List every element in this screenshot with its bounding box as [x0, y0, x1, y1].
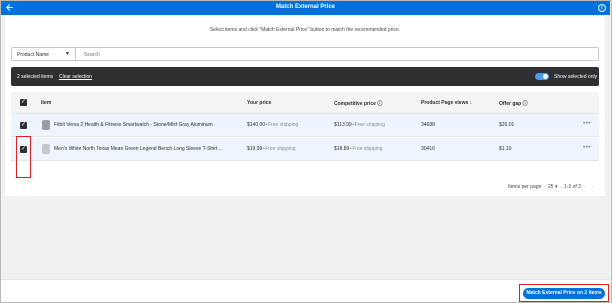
- competitive-price: $18.89+Free shipping: [334, 146, 383, 152]
- column-header-your-price: Your price: [247, 100, 272, 106]
- page-views: 30416: [421, 146, 435, 152]
- show-selected-label: Show selected only: [554, 74, 598, 80]
- selected-count: 2 selected items: [17, 74, 54, 80]
- page-range: 1-2 of 2: [564, 184, 581, 190]
- page-header: Match External Price i: [1, 1, 610, 15]
- your-price: $19.99+Free shipping: [247, 146, 296, 152]
- select-all-checkbox[interactable]: ✓: [20, 99, 27, 106]
- info-icon: ⓘ: [522, 101, 528, 107]
- filter-field-select[interactable]: Product Name ▼: [12, 48, 76, 60]
- toggle-knob: [543, 74, 548, 79]
- column-header-item: Item: [41, 100, 52, 106]
- filter-field-value: Product Name: [17, 51, 49, 58]
- info-icon: ⓘ: [377, 101, 383, 107]
- button-highlight-box: [519, 284, 609, 302]
- pagination: Items per page 25 ▾ 1-2 of 2 ‹ ›: [11, 184, 599, 194]
- selection-bar: 2 selected items Clear selection Show se…: [11, 67, 599, 86]
- more-options-icon[interactable]: •••: [583, 145, 591, 151]
- offer-gap: $26.01: [499, 122, 515, 128]
- filter-bar: Product Name ▼ Search: [11, 47, 599, 61]
- table-row[interactable]: ✓ Fitbit Versa 2 Health & Fitness Smartw…: [11, 114, 599, 137]
- caret-down-icon: ▾: [554, 184, 558, 190]
- column-header-offer-gap: Offer gap ⓘ: [499, 101, 528, 107]
- clear-selection-link[interactable]: Clear selection: [59, 74, 92, 80]
- prev-page-icon[interactable]: ‹: [584, 184, 586, 190]
- page-title: Match External Price: [275, 4, 336, 10]
- row-checkbox[interactable]: ✓: [20, 122, 27, 129]
- show-selected-toggle[interactable]: [535, 73, 549, 80]
- sort-down-icon: ↓: [469, 100, 473, 106]
- product-thumbnail: [42, 144, 50, 154]
- product-thumbnail: [42, 120, 50, 130]
- page-views: 34688: [421, 122, 435, 128]
- table-row[interactable]: ✓ Men's White North Texas Mean Green Leg…: [11, 138, 599, 161]
- your-price: $140.00+Free shipping: [247, 122, 299, 128]
- table-header: ✓ Item Your price Competitive price ⓘ Pr…: [11, 92, 599, 114]
- next-page-icon[interactable]: ›: [592, 184, 594, 190]
- items-per-page-select[interactable]: 25 ▾: [548, 184, 557, 190]
- items-per-page-label: Items per page: [508, 184, 542, 190]
- item-name[interactable]: Fitbit Versa 2 Health & Fitness Smartwat…: [54, 122, 213, 128]
- column-header-page-views[interactable]: Product Page views ↓: [421, 100, 472, 106]
- main-content: Select items and click "Match External P…: [5, 16, 605, 196]
- column-header-competitive-price: Competitive price ⓘ: [334, 101, 383, 107]
- instruction-text: Select items and click "Match External P…: [209, 27, 401, 33]
- item-name[interactable]: Men's White North Texas Mean Green Legen…: [54, 146, 223, 152]
- competitive-price: $113.99+Free shipping: [334, 122, 385, 128]
- footer-bar: Match External Price on 2 items: [1, 279, 610, 302]
- checkbox-highlight-box: [16, 136, 31, 178]
- caret-down-icon: ▼: [65, 51, 70, 57]
- offer-gap: $1.10: [499, 146, 512, 152]
- more-options-icon[interactable]: •••: [583, 121, 591, 127]
- info-icon[interactable]: i: [598, 3, 606, 12]
- search-input[interactable]: Search: [84, 52, 100, 58]
